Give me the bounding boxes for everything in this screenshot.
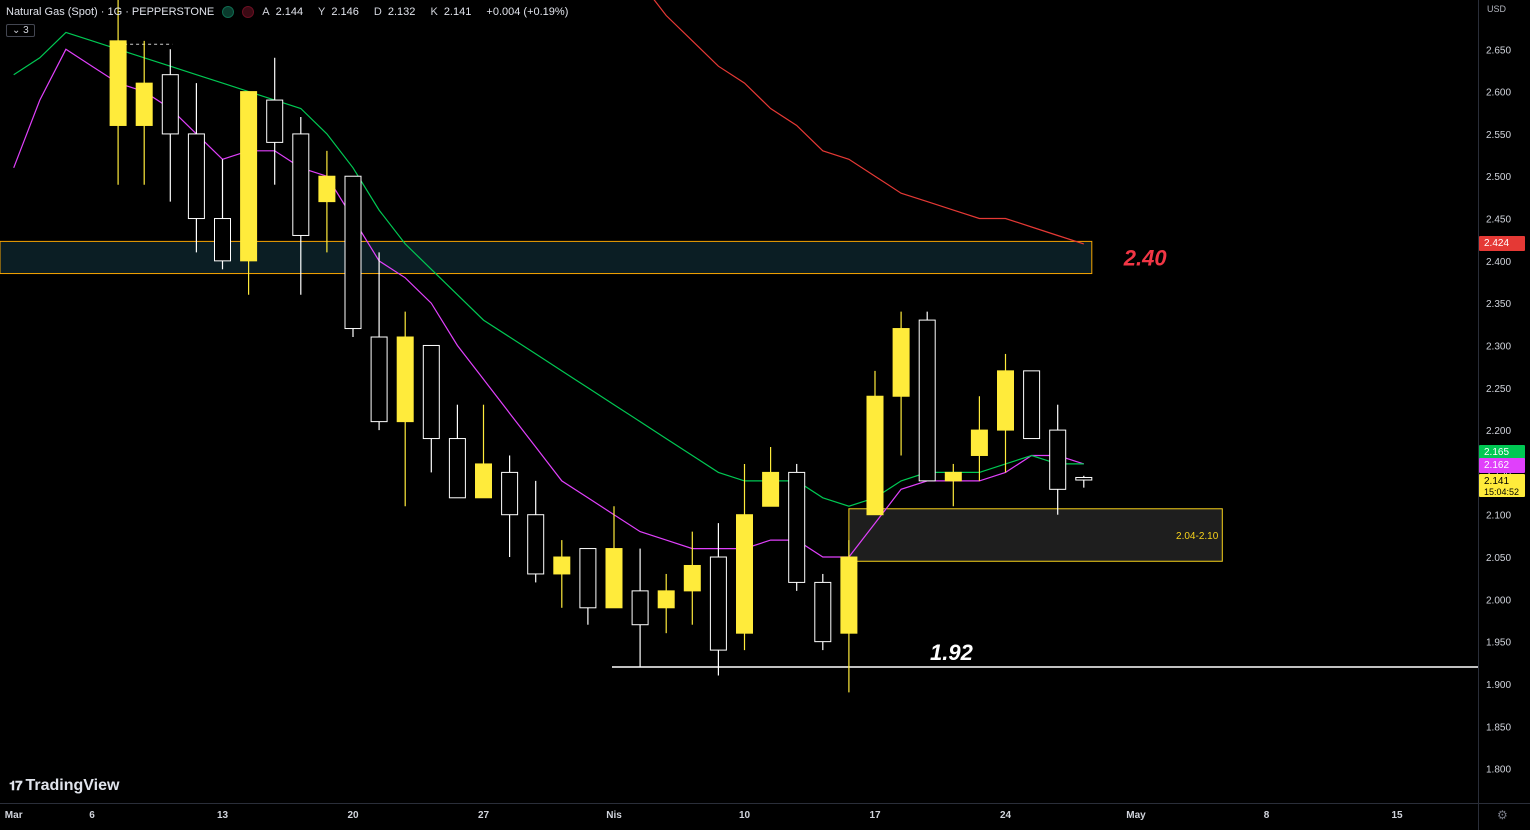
zone-annotation: 2.40 xyxy=(1123,245,1168,270)
price-tick-label: 2.450 xyxy=(1486,215,1511,226)
support-annotation: 1.92 xyxy=(930,640,974,665)
candle-body xyxy=(1023,370,1041,440)
price-label-value: 2.141 xyxy=(1484,476,1509,487)
time-tick-label: 13 xyxy=(217,810,229,821)
time-tick-label: May xyxy=(1126,810,1146,821)
time-tick-label: 8 xyxy=(1264,810,1270,821)
candle-body xyxy=(475,463,492,499)
time-tick-label: 27 xyxy=(478,810,490,821)
price-tick-label: 2.600 xyxy=(1486,88,1511,99)
candle-body xyxy=(501,471,519,516)
candle-body xyxy=(892,328,910,397)
time-tick-label: 24 xyxy=(1000,810,1012,821)
candle-body xyxy=(866,395,884,516)
alert-icon[interactable] xyxy=(242,6,255,18)
candle-body xyxy=(814,581,832,643)
price-tick-label: 2.000 xyxy=(1486,595,1511,606)
indicator-count-button[interactable]: ⌄ 3 xyxy=(6,24,35,37)
price-tick-label: 2.100 xyxy=(1486,511,1511,522)
candle-body xyxy=(683,564,701,592)
tradingview-logo: 𝟏𝟕 TradingView xyxy=(9,777,120,794)
time-tick-label: 17 xyxy=(869,810,881,821)
candle-body xyxy=(840,556,858,634)
price-tick-label: 1.800 xyxy=(1486,765,1511,776)
price-tick-label: 1.850 xyxy=(1486,722,1511,733)
candle-body xyxy=(344,175,362,330)
candle-body xyxy=(657,590,675,609)
candle-body xyxy=(448,438,466,499)
currency-label[interactable]: USD xyxy=(1487,4,1506,14)
candle-body xyxy=(318,175,336,203)
candlestick-chart[interactable]: 2.40 2.04-2.10 1.92 2.650 2.600 2.550 2.500 2.… xyxy=(0,0,1530,830)
price-tick-label: 2.550 xyxy=(1486,130,1511,141)
ohlc-values: A 2.144 Y 2.146 D 2.132 K 2.141 +0.004 (+0.1… xyxy=(262,6,569,18)
time-tick-label: 6 xyxy=(89,810,95,821)
chart-header: Natural Gas (Spot) · 1G · PEPPERSTONE A2… xyxy=(6,6,574,18)
candle-body xyxy=(631,590,649,626)
candle-body xyxy=(788,471,806,583)
candle-body xyxy=(944,471,962,482)
candle-body xyxy=(736,514,753,634)
price-tick-label: 2.050 xyxy=(1486,553,1511,564)
price-label-value: 2.424 xyxy=(1484,238,1509,249)
candle-body xyxy=(396,336,414,423)
candle-body xyxy=(266,99,284,143)
axes-background xyxy=(0,0,1530,830)
symbol-title[interactable]: Natural Gas (Spot) · 1G · PEPPERSTONE xyxy=(6,6,214,18)
price-label-value: 2.162 xyxy=(1484,460,1509,471)
plot-background xyxy=(0,0,1530,830)
time-tick-label: Mar xyxy=(5,810,23,821)
price-tick-label: 2.200 xyxy=(1486,426,1511,437)
price-tick-label: 2.300 xyxy=(1486,341,1511,352)
tradingview-logo-icon: 𝟏𝟕 xyxy=(9,778,23,793)
candle-body xyxy=(605,548,623,609)
candle-body xyxy=(135,82,153,126)
candle-body xyxy=(709,556,727,651)
candle-body xyxy=(109,40,127,126)
countdown-label: 15:04:52 xyxy=(1484,487,1519,497)
market-status-icon xyxy=(222,6,235,18)
time-tick-label: 15 xyxy=(1391,810,1403,821)
candle-body xyxy=(214,218,231,262)
price-tick-label: 1.900 xyxy=(1486,680,1511,691)
candle-body xyxy=(1049,429,1067,490)
candle-body xyxy=(527,514,545,575)
candle-body xyxy=(240,91,258,262)
zone-upper xyxy=(0,240,1093,275)
price-tick-label: 1.950 xyxy=(1486,638,1511,649)
candle-body xyxy=(292,133,310,236)
candle-body xyxy=(370,336,388,423)
price-tick-label: 2.250 xyxy=(1486,384,1511,395)
candle-body xyxy=(422,344,440,440)
candle-body xyxy=(918,319,936,482)
zone-label: 2.04-2.10 xyxy=(1176,531,1219,542)
candle-body xyxy=(997,370,1014,431)
candle-body xyxy=(579,548,597,609)
chevron-down-icon: ⌄ xyxy=(12,25,21,36)
time-tick-label: Nis xyxy=(606,810,622,821)
candle-body xyxy=(970,429,988,456)
price-tick-label: 2.500 xyxy=(1486,172,1511,183)
candle-body xyxy=(161,74,179,135)
price-tick-label: 2.650 xyxy=(1486,45,1511,56)
candle-body xyxy=(187,133,205,220)
price-tick-label: 2.400 xyxy=(1486,257,1511,268)
gear-icon[interactable]: ⚙ xyxy=(1497,808,1508,822)
price-label-value: 2.165 xyxy=(1484,447,1509,458)
change-value: +0.004 (+0.19%) xyxy=(486,6,569,18)
candle-body xyxy=(762,471,780,507)
time-tick-label: 10 xyxy=(739,810,751,821)
zone-lower xyxy=(848,508,1223,562)
price-tick-label: 2.350 xyxy=(1486,299,1511,310)
candle-body xyxy=(553,556,571,575)
candle-body xyxy=(1075,476,1093,481)
time-tick-label: 20 xyxy=(347,810,359,821)
